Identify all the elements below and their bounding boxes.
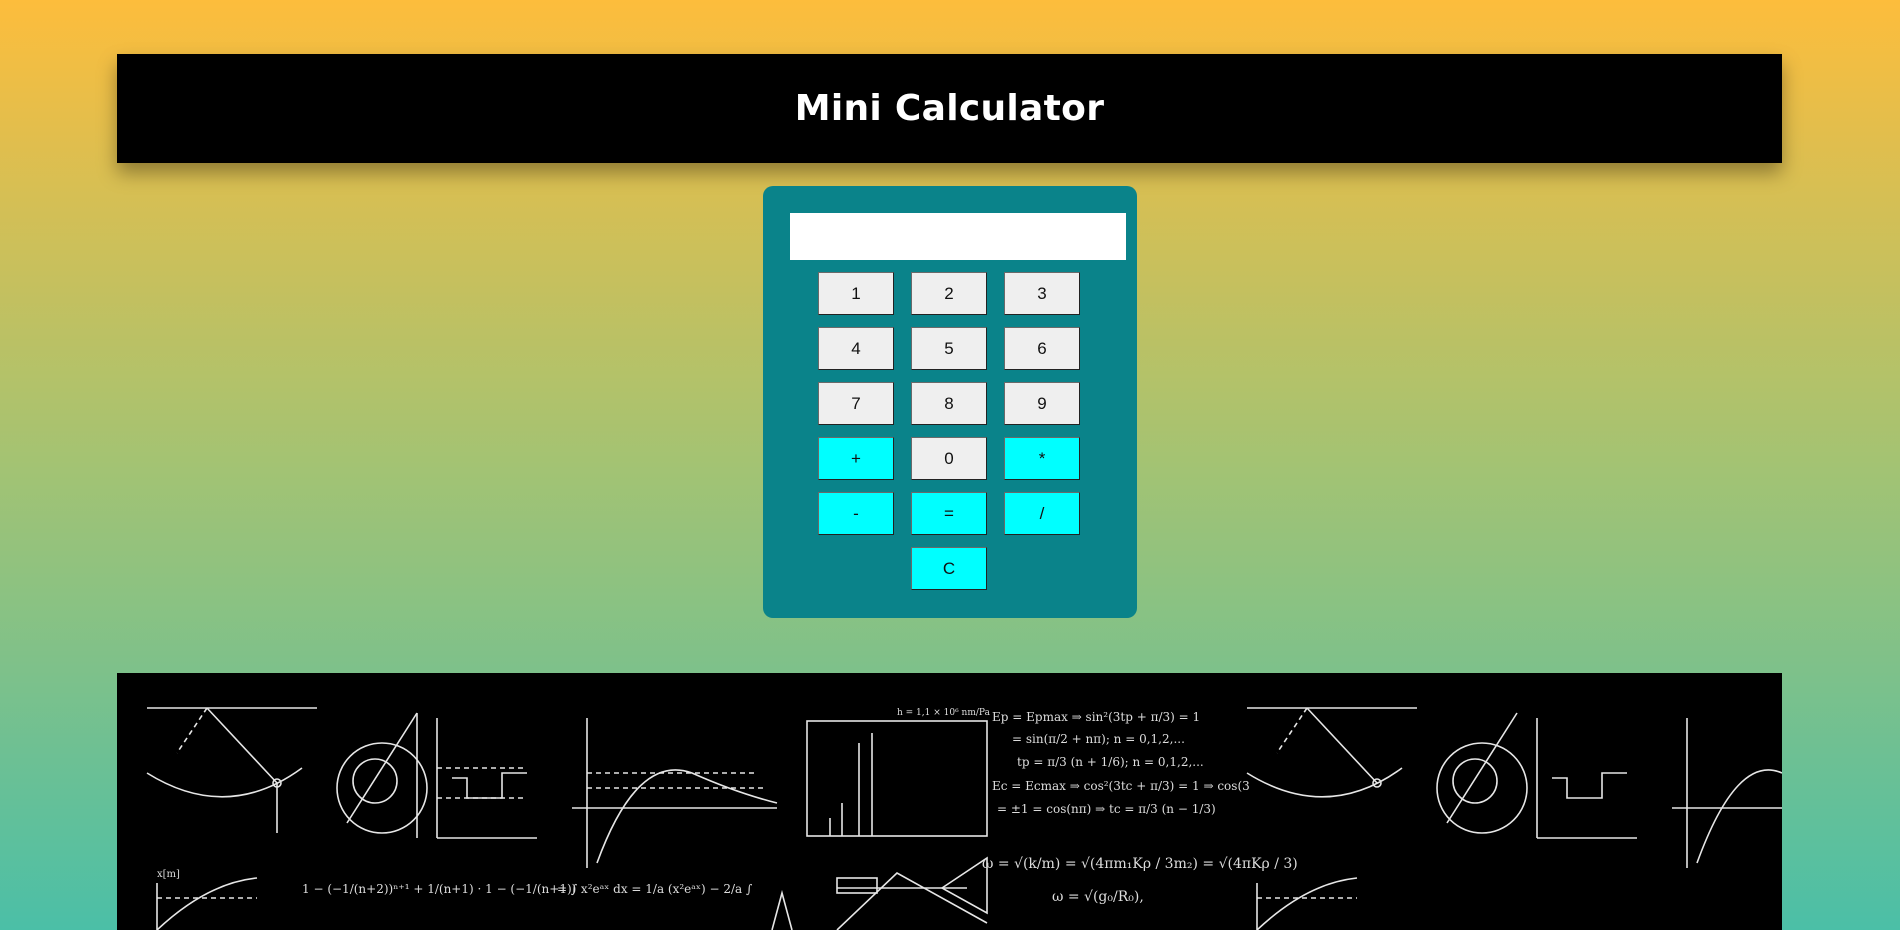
formula-integral: = ∫ x²eᵃˣ dx = 1/a (x²eᵃˣ) − 2/a ∫ — [557, 882, 753, 896]
formula-spec: h = 1,1 × 10⁶ nm/Pa — [897, 708, 991, 718]
divide-button[interactable]: / — [1004, 492, 1080, 535]
page-title: Mini Calculator — [794, 88, 1105, 129]
formula-xm: x[m] — [157, 869, 180, 880]
math-banner-image: Ep = Epmax ⇒ sin²(3tp + π/3) = 1 = sin(π… — [117, 673, 1782, 930]
digit-5-button[interactable]: 5 — [911, 327, 987, 370]
formula-omega1: ω = √(k/m) = √(4πm₁Kρ / 3m₂) = √(4πKρ / … — [982, 856, 1298, 872]
digit-9-button[interactable]: 9 — [1004, 382, 1080, 425]
digit-7-button[interactable]: 7 — [818, 382, 894, 425]
digit-3-button[interactable]: 3 — [1004, 272, 1080, 315]
multiply-button[interactable]: * — [1004, 437, 1080, 480]
digit-6-button[interactable]: 6 — [1004, 327, 1080, 370]
digit-1-button[interactable]: 1 — [818, 272, 894, 315]
calculator-keypad: 1 2 3 4 5 6 7 8 9 + 0 * - = / C — [818, 272, 1081, 590]
formula-tp: tp = π/3 (n + 1/6); n = 0,1,2,... — [1017, 755, 1204, 769]
clear-button[interactable]: C — [911, 547, 987, 590]
formula-ec: Ec = Ecmax ⇒ cos²(3tc + π/3) = 1 ⇒ cos(3 — [992, 779, 1250, 793]
digit-8-button[interactable]: 8 — [911, 382, 987, 425]
calculator-display-input[interactable] — [790, 213, 1126, 260]
digit-2-button[interactable]: 2 — [911, 272, 987, 315]
digit-0-button[interactable]: 0 — [911, 437, 987, 480]
math-formulas-chalkboard-image: Ep = Epmax ⇒ sin²(3tp + π/3) = 1 = sin(π… — [146, 707, 1782, 930]
app-header: Mini Calculator — [117, 54, 1782, 163]
digit-4-button[interactable]: 4 — [818, 327, 894, 370]
formula-ep: Ep = Epmax ⇒ sin²(3tp + π/3) = 1 — [992, 710, 1200, 724]
formula-sum: 1 − (−1/(n+2))ⁿ⁺¹ + 1/(n+1) · 1 − (−1/(n… — [302, 882, 576, 896]
subtract-button[interactable]: - — [818, 492, 894, 535]
formula-omega2: ω = √(g₀/R₀), — [1052, 889, 1144, 905]
formula-sin: = sin(π/2 + nπ); n = 0,1,2,... — [1012, 732, 1185, 746]
add-button[interactable]: + — [818, 437, 894, 480]
calculator-panel: 1 2 3 4 5 6 7 8 9 + 0 * - = / C — [763, 186, 1137, 618]
formula-pm: = ±1 = cos(nπ) ⇒ tc = π/3 (n − 1/3) — [997, 802, 1216, 816]
equals-button[interactable]: = — [911, 492, 987, 535]
